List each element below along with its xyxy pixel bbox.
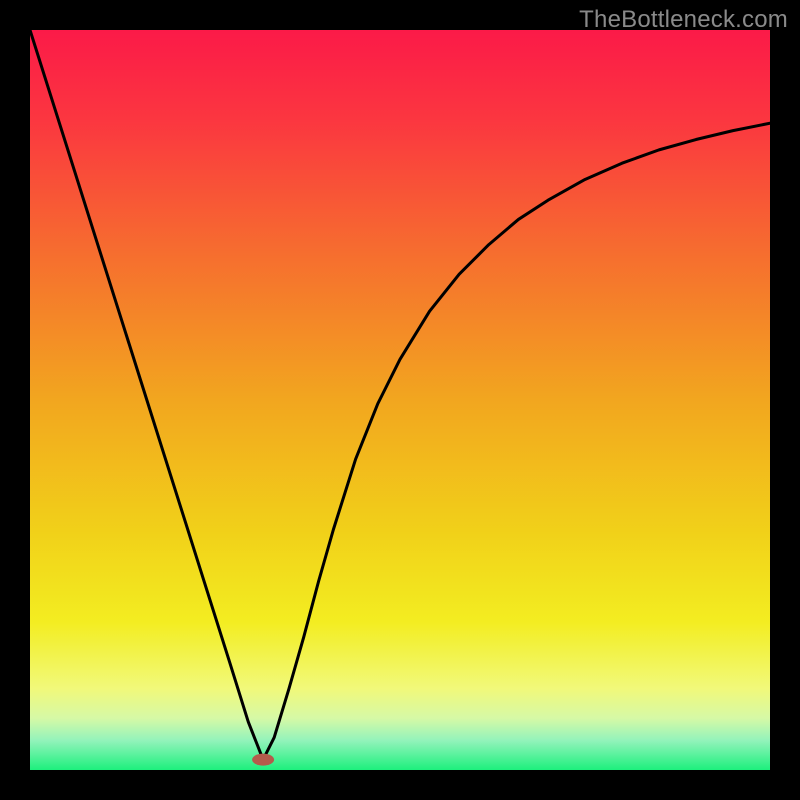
chart-stage: TheBottleneck.com: [0, 0, 800, 800]
minimum-marker: [252, 754, 274, 766]
plot-area: [30, 30, 770, 770]
chart-svg: [30, 30, 770, 770]
gradient-background: [30, 30, 770, 770]
watermark-text: TheBottleneck.com: [579, 6, 788, 34]
